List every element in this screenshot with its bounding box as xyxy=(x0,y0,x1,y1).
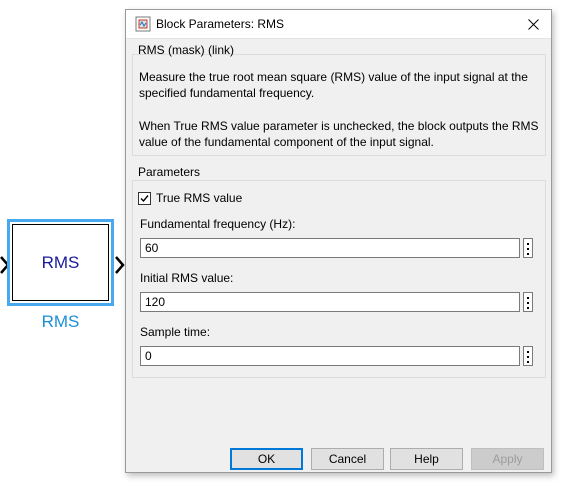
true-rms-label[interactable]: True RMS value xyxy=(156,191,242,205)
true-rms-checkbox[interactable] xyxy=(138,192,151,205)
rms-block-body: RMS xyxy=(12,224,109,301)
ok-button[interactable]: OK xyxy=(230,448,303,470)
simulink-block-icon xyxy=(135,16,151,32)
initial-rms-input[interactable]: 120 xyxy=(140,292,520,312)
fundamental-frequency-options-icon[interactable] xyxy=(523,238,533,258)
cancel-button[interactable]: Cancel xyxy=(311,448,384,470)
dialog-titlebar[interactable]: Block Parameters: RMS xyxy=(126,10,551,39)
parameters-group-label: Parameters xyxy=(138,165,201,179)
mask-description-text: Measure the true root mean square (RMS) … xyxy=(139,70,528,100)
sample-time-label: Sample time: xyxy=(140,325,211,339)
mask-description-note: When True RMS value parameter is uncheck… xyxy=(139,119,539,149)
close-icon[interactable] xyxy=(515,10,551,38)
dialog-title: Block Parameters: RMS xyxy=(156,17,285,31)
sample-time-input[interactable]: 0 xyxy=(140,346,520,366)
initial-rms-options-icon[interactable] xyxy=(523,292,533,312)
block-parameters-dialog: Block Parameters: RMS RMS (mask) (link) … xyxy=(125,9,552,473)
fundamental-frequency-label: Fundamental frequency (Hz): xyxy=(140,217,296,231)
rms-block[interactable]: RMS xyxy=(7,219,114,306)
mask-group-label: RMS (mask) (link) xyxy=(138,43,234,57)
rms-block-name[interactable]: RMS xyxy=(7,312,114,332)
initial-rms-label: Initial RMS value: xyxy=(140,271,234,285)
help-button[interactable]: Help xyxy=(390,448,463,470)
fundamental-frequency-input[interactable]: 60 xyxy=(140,238,520,258)
apply-button[interactable]: Apply xyxy=(471,448,544,470)
rms-block-text: RMS xyxy=(41,252,80,272)
sample-time-options-icon[interactable] xyxy=(523,346,533,366)
